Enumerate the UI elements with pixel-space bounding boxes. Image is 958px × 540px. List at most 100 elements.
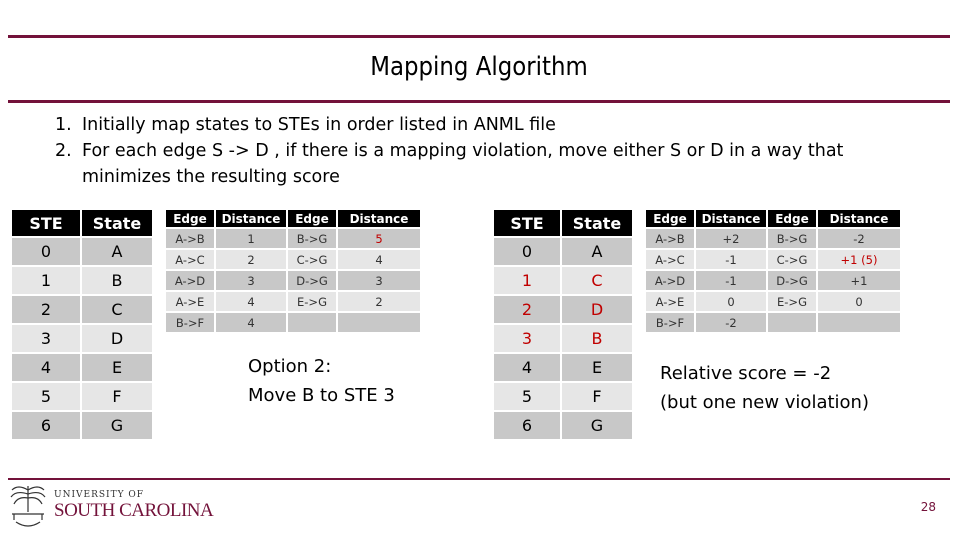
bullet-item: 2. For each edge S -> D , if there is a … xyxy=(55,138,915,190)
distance-cell: +2 xyxy=(696,229,766,248)
top-rule xyxy=(8,35,950,38)
table-row: A->D -1 D->G +1 xyxy=(646,271,900,290)
header-edge: Edge xyxy=(768,210,816,227)
state-cell: D xyxy=(82,325,152,352)
state-cell: D xyxy=(562,296,632,323)
distance-cell: 1 xyxy=(216,229,286,248)
table-row: 1B xyxy=(12,267,152,294)
distance-cell: 4 xyxy=(216,313,286,332)
state-cell: B xyxy=(82,267,152,294)
ste-cell: 5 xyxy=(494,383,560,410)
bullet-list: 1. Initially map states to STEs in order… xyxy=(55,112,915,190)
table-row: 6G xyxy=(494,412,632,439)
distance-cell: +1 xyxy=(818,271,900,290)
edge-cell: B->F xyxy=(166,313,214,332)
state-cell: C xyxy=(82,296,152,323)
table-row: A->B +2 B->G -2 xyxy=(646,229,900,248)
header-distance: Distance xyxy=(338,210,420,227)
distance-cell: -1 xyxy=(696,271,766,290)
header-distance: Distance xyxy=(818,210,900,227)
distance-cell: 3 xyxy=(338,271,420,290)
right-edge-table: Edge Distance Edge Distance A->B +2 B->G -2… xyxy=(644,208,902,334)
edge-cell: B->F xyxy=(646,313,694,332)
edge-cell: E->G xyxy=(288,292,336,311)
bullet-item: 1. Initially map states to STEs in order… xyxy=(55,112,915,138)
header-state: State xyxy=(82,210,152,236)
left-edge-table: Edge Distance Edge Distance A->B 1 B->G 5 A-… xyxy=(164,208,422,334)
ste-cell: 1 xyxy=(494,267,560,294)
distance-cell: -2 xyxy=(696,313,766,332)
table-row: 4E xyxy=(12,354,152,381)
table-row: B->F 4 xyxy=(166,313,420,332)
state-cell: E xyxy=(82,354,152,381)
table-row: 3D xyxy=(12,325,152,352)
right-note: Relative score = -2 (but one new violati… xyxy=(660,359,869,417)
table-row: 0A xyxy=(12,238,152,265)
header-edge: Edge xyxy=(166,210,214,227)
edge-cell: A->E xyxy=(166,292,214,311)
table-row: A->B 1 B->G 5 xyxy=(166,229,420,248)
bullet-text: For each edge S -> D , if there is a map… xyxy=(82,141,844,187)
table-row: A->E 4 E->G 2 xyxy=(166,292,420,311)
edge-cell: A->C xyxy=(166,250,214,269)
state-cell: A xyxy=(82,238,152,265)
ste-cell: 2 xyxy=(494,296,560,323)
table-row: A->C -1 C->G +1 (5) xyxy=(646,250,900,269)
logo-line2: SOUTH CAROLINA xyxy=(54,500,214,521)
ste-cell: 4 xyxy=(494,354,560,381)
table-row: A->D 3 D->G 3 xyxy=(166,271,420,290)
table-row: A->E 0 E->G 0 xyxy=(646,292,900,311)
header-ste: STE xyxy=(494,210,560,236)
table-row: 3B xyxy=(494,325,632,352)
table-row: 2C xyxy=(12,296,152,323)
state-cell: G xyxy=(82,412,152,439)
state-cell: E xyxy=(562,354,632,381)
title-underline-rule xyxy=(8,100,950,103)
distance-cell: 0 xyxy=(818,292,900,311)
edge-cell: A->C xyxy=(646,250,694,269)
distance-cell: 2 xyxy=(338,292,420,311)
left-ste-table: STE State 0A1B2C3D4E5F6G xyxy=(10,208,154,441)
distance-cell: -2 xyxy=(818,229,900,248)
table-row: 5F xyxy=(12,383,152,410)
left-note: Option 2: Move B to STE 3 xyxy=(248,352,395,410)
table-row: 2D xyxy=(494,296,632,323)
bullet-text: Initially map states to STEs in order li… xyxy=(82,115,556,135)
ste-cell: 1 xyxy=(12,267,80,294)
distance-cell: 4 xyxy=(216,292,286,311)
palmetto-tree-icon xyxy=(10,486,46,527)
distance-cell: 2 xyxy=(216,250,286,269)
university-logo: UNIVERSITY OF SOUTH CAROLINA xyxy=(8,482,214,530)
edge-cell: A->E xyxy=(646,292,694,311)
edge-cell: A->B xyxy=(166,229,214,248)
ste-cell: 6 xyxy=(12,412,80,439)
distance-cell: 4 xyxy=(338,250,420,269)
distance-cell: +1 (5) xyxy=(818,250,900,269)
bullet-number: 1. xyxy=(55,115,72,135)
logo-line1: UNIVERSITY OF xyxy=(54,490,145,500)
state-cell: C xyxy=(562,267,632,294)
table-row: 1C xyxy=(494,267,632,294)
header-edge: Edge xyxy=(646,210,694,227)
header-state: State xyxy=(562,210,632,236)
ste-cell: 2 xyxy=(12,296,80,323)
distance-cell xyxy=(818,313,900,332)
edge-cell: A->B xyxy=(646,229,694,248)
distance-cell xyxy=(338,313,420,332)
table-row: A->C 2 C->G 4 xyxy=(166,250,420,269)
edge-cell xyxy=(288,313,336,332)
table-row: 0A xyxy=(494,238,632,265)
edge-cell: D->G xyxy=(768,271,816,290)
state-cell: G xyxy=(562,412,632,439)
edge-cell: A->D xyxy=(166,271,214,290)
state-cell: B xyxy=(562,325,632,352)
note-line: (but one new violation) xyxy=(660,392,869,413)
note-line: Relative score = -2 xyxy=(660,363,832,384)
ste-cell: 0 xyxy=(494,238,560,265)
distance-cell: -1 xyxy=(696,250,766,269)
page-number: 28 xyxy=(920,500,936,514)
distance-cell: 3 xyxy=(216,271,286,290)
slide-title: Mapping Algorithm xyxy=(370,52,588,82)
edge-cell: B->G xyxy=(288,229,336,248)
right-ste-table: STE State 0A1C2D3B4E5F6G xyxy=(492,208,634,441)
